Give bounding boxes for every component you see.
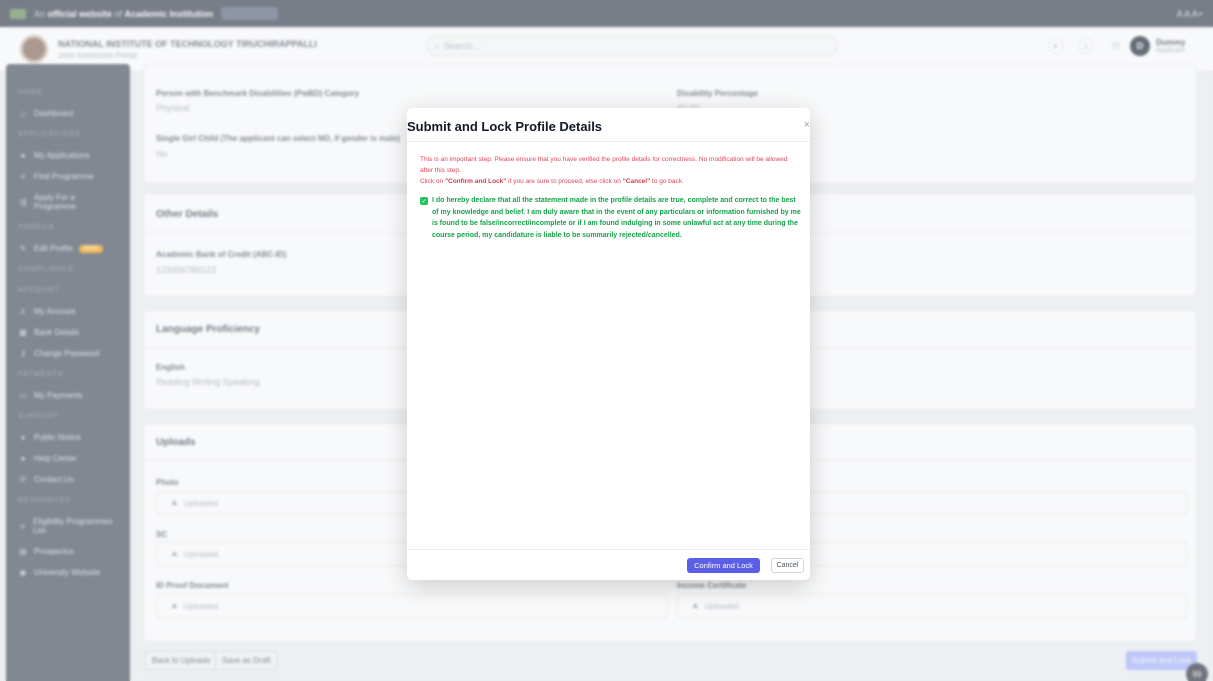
warning-cancel: "Cancel"	[622, 178, 651, 185]
submit-lock-modal: Submit and Lock Profile Details × This i…	[407, 108, 810, 580]
warning-confirm: "Confirm and Lock"	[444, 178, 507, 185]
declaration-text: I do hereby declare that all the stateme…	[432, 197, 801, 239]
warning-mid: if you are sure to proceed, else click o…	[506, 178, 623, 185]
declaration-row[interactable]: ✓ I do hereby declare that all the state…	[420, 195, 804, 241]
warning-instruction: Click on "Confirm and Lock" if you are s…	[420, 176, 800, 187]
modal-divider	[407, 141, 810, 142]
warning-message: This is an important step. Please ensure…	[420, 154, 800, 187]
warning-suffix: to go back.	[650, 178, 684, 185]
declaration-checkbox[interactable]: ✓	[420, 197, 428, 205]
modal-footer-divider	[407, 549, 810, 550]
modal-title: Submit and Lock Profile Details	[407, 119, 603, 134]
confirm-and-lock-button[interactable]: Confirm and Lock	[687, 558, 760, 573]
warning-line: This is an important step. Please ensure…	[420, 156, 788, 174]
warning-prefix: Click on	[420, 178, 445, 185]
cancel-button[interactable]: Cancel	[771, 558, 804, 573]
close-icon[interactable]: ×	[804, 119, 810, 131]
